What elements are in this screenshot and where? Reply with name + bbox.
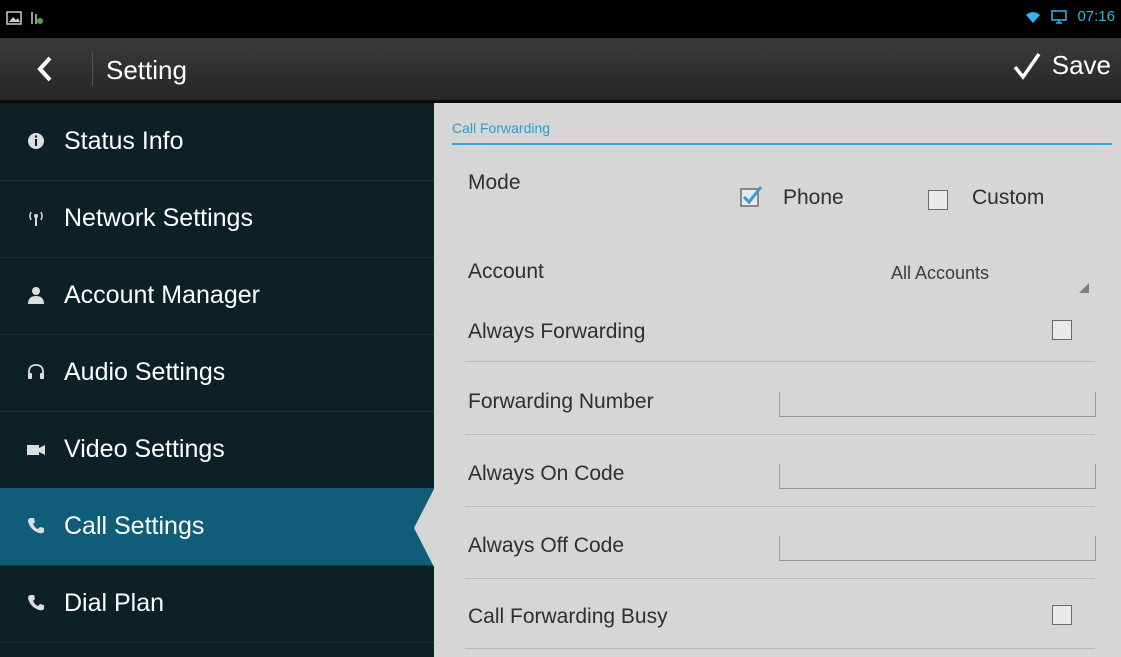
checkbox bbox=[928, 190, 948, 210]
sidebar-item-audio-settings[interactable]: Audio Settings bbox=[0, 334, 434, 412]
monitor-icon bbox=[1051, 9, 1068, 24]
always-on-code-input[interactable] bbox=[779, 464, 1096, 489]
mode-option-custom[interactable]: Custom bbox=[928, 185, 1068, 215]
forwarding-number-label: Forwarding Number bbox=[468, 390, 654, 413]
sidebar-item-label: Account Manager bbox=[64, 281, 260, 309]
call-forwarding-busy-checkbox[interactable] bbox=[1052, 605, 1072, 625]
sidebar: Status Info Network Settings Account Man… bbox=[0, 103, 434, 657]
antenna-icon bbox=[29, 211, 43, 226]
mode-option-phone[interactable]: Phone bbox=[739, 185, 864, 215]
usb-icon bbox=[31, 12, 43, 24]
phone-icon bbox=[28, 518, 44, 534]
save-button[interactable]: Save bbox=[1012, 50, 1111, 81]
sidebar-item-call-settings[interactable]: Call Settings bbox=[0, 488, 434, 566]
dropdown-arrow-icon bbox=[1079, 283, 1089, 293]
sidebar-item-video-settings[interactable]: Video Settings bbox=[0, 411, 434, 489]
row-divider bbox=[465, 361, 1095, 362]
back-arrow-icon[interactable] bbox=[30, 52, 60, 86]
camera-icon bbox=[27, 445, 45, 455]
sidebar-item-label: Audio Settings bbox=[64, 358, 226, 386]
call-forwarding-busy-label: Call Forwarding Busy bbox=[468, 605, 668, 628]
always-forwarding-checkbox[interactable] bbox=[1052, 320, 1072, 340]
status-bar: 07:16 bbox=[0, 0, 1121, 38]
sidebar-item-account-manager[interactable]: Account Manager bbox=[0, 257, 434, 335]
wifi-icon bbox=[1026, 11, 1041, 23]
mode-label: Mode bbox=[468, 171, 521, 194]
forwarding-number-input[interactable] bbox=[779, 392, 1096, 417]
sidebar-item-dial-plan[interactable]: Dial Plan bbox=[0, 565, 434, 643]
row-divider bbox=[465, 648, 1095, 649]
always-on-code-label: Always On Code bbox=[468, 462, 625, 485]
row-divider bbox=[465, 578, 1095, 579]
settings-panel: Call Forwarding Mode Phone Custom Accoun… bbox=[434, 103, 1121, 657]
section-divider bbox=[452, 143, 1112, 145]
mode-option-label: Phone bbox=[783, 186, 844, 209]
row-divider bbox=[465, 434, 1095, 435]
save-label: Save bbox=[1051, 50, 1111, 80]
always-forwarding-label: Always Forwarding bbox=[468, 320, 646, 343]
headset-icon bbox=[28, 364, 44, 379]
sidebar-item-label: Status Info bbox=[64, 127, 184, 155]
image-icon bbox=[6, 11, 22, 25]
row-divider bbox=[465, 506, 1095, 507]
sidebar-item-label: Network Settings bbox=[64, 204, 253, 232]
phone-icon bbox=[28, 595, 44, 611]
sidebar-item-label: Dial Plan bbox=[64, 589, 165, 617]
page-title: Setting bbox=[106, 55, 187, 85]
action-bar: Setting Save bbox=[0, 38, 1121, 103]
mode-option-label: Custom bbox=[972, 186, 1045, 209]
always-off-code-label: Always Off Code bbox=[468, 534, 625, 557]
sidebar-item-status-info[interactable]: Status Info bbox=[0, 103, 434, 181]
always-off-code-input[interactable] bbox=[779, 536, 1096, 561]
person-icon bbox=[28, 287, 44, 304]
clock: 07:16 bbox=[1077, 8, 1115, 25]
checked-checkbox-icon bbox=[740, 186, 763, 207]
account-label: Account bbox=[468, 260, 544, 283]
active-pointer bbox=[414, 489, 434, 567]
check-icon bbox=[1013, 52, 1041, 80]
sidebar-item-network-settings[interactable]: Network Settings bbox=[0, 180, 434, 258]
section-title: Call Forwarding bbox=[452, 120, 551, 136]
account-dropdown-value: All Accounts bbox=[891, 263, 990, 283]
divider bbox=[92, 52, 93, 86]
info-icon bbox=[28, 133, 44, 149]
account-dropdown[interactable]: All Accounts bbox=[889, 259, 1089, 293]
sidebar-item-label: Video Settings bbox=[64, 435, 225, 463]
sidebar-item-label: Call Settings bbox=[64, 512, 205, 540]
